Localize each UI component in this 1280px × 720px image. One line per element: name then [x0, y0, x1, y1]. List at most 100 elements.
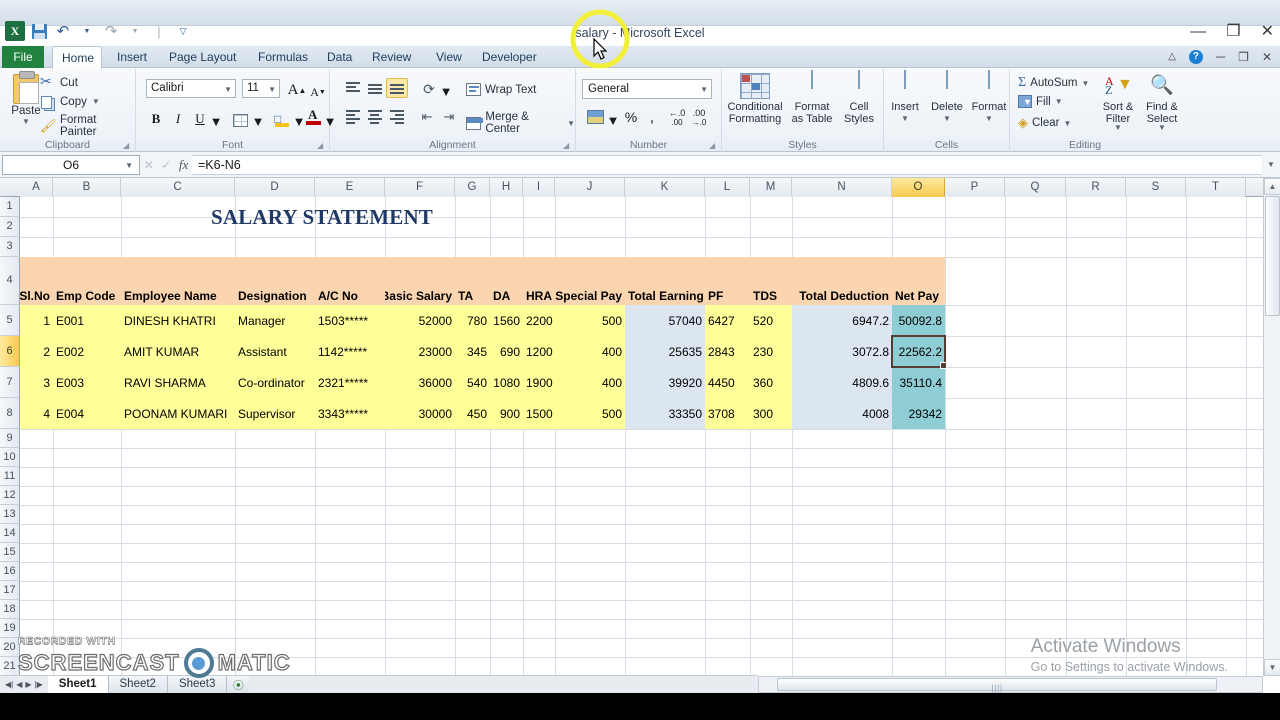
- font-size-input[interactable]: 11 ▼: [242, 79, 280, 98]
- column-header-c[interactable]: C: [121, 178, 235, 197]
- column-header-l[interactable]: L: [705, 178, 750, 197]
- shrink-font-button[interactable]: A ▼: [310, 82, 326, 102]
- tab-home[interactable]: Home: [52, 46, 102, 69]
- header-cell-N4[interactable]: Total Deduction: [792, 257, 892, 305]
- formula-input[interactable]: =K6-N6: [192, 154, 1262, 175]
- sort-filter-button[interactable]: A Z ▼ Sort & Filter ▼: [1096, 71, 1140, 133]
- underline-button[interactable]: U: [190, 109, 210, 129]
- italic-button[interactable]: I: [168, 109, 188, 129]
- row-header-13[interactable]: 13: [0, 505, 20, 524]
- cell-styles-button[interactable]: Cell Styles: [836, 70, 882, 133]
- number-dialog-launcher-icon[interactable]: ◢: [709, 141, 718, 150]
- cell-I7[interactable]: 1900: [523, 367, 555, 398]
- close-doc-icon[interactable]: ✕: [1262, 50, 1272, 64]
- header-cell-J4[interactable]: Special Pay: [555, 257, 625, 305]
- cell-G7[interactable]: 540: [455, 367, 490, 398]
- increase-decimal-button[interactable]: ←.0 .00: [666, 108, 688, 128]
- sheet-tab-sheet1[interactable]: Sheet1: [47, 676, 109, 693]
- row-header-15[interactable]: 15: [0, 543, 20, 562]
- cell-N7[interactable]: 4809.6: [792, 367, 892, 398]
- cell-N6[interactable]: 3072.8: [792, 336, 892, 367]
- header-cell-A4[interactable]: Sl.No: [20, 257, 53, 305]
- format-cells-button[interactable]: Format ▼: [968, 70, 1010, 133]
- find-select-dropdown-icon[interactable]: ▼: [1158, 123, 1166, 132]
- cancel-formula-icon[interactable]: ✕: [144, 158, 154, 172]
- first-sheet-icon[interactable]: ◀|: [5, 680, 13, 689]
- tab-developer[interactable]: Developer: [473, 46, 546, 68]
- insert-cells-dropdown-icon[interactable]: ▼: [901, 114, 909, 123]
- row-header-19[interactable]: 19: [0, 619, 20, 638]
- row-header-8[interactable]: 8: [0, 398, 20, 429]
- row-header-7[interactable]: 7: [0, 367, 20, 398]
- cell-E8[interactable]: 3343*****: [315, 398, 385, 429]
- format-cells-dropdown-icon[interactable]: ▼: [985, 114, 993, 123]
- orientation-dropdown-icon[interactable]: ▼: [440, 81, 453, 101]
- fill-color-button[interactable]: □: [272, 109, 292, 129]
- delete-cells-dropdown-icon[interactable]: ▼: [943, 114, 951, 123]
- header-cell-I4[interactable]: HRA: [523, 257, 555, 305]
- increase-indent-button[interactable]: ⇥: [438, 107, 460, 127]
- row-header-21[interactable]: 21: [0, 657, 20, 676]
- cell-N5[interactable]: 6947.2: [792, 305, 892, 336]
- format-painter-button[interactable]: Format Painter: [40, 114, 135, 138]
- cell-O8[interactable]: 29342: [892, 398, 945, 429]
- paste-dropdown-icon[interactable]: ▼: [22, 117, 30, 126]
- row-header-17[interactable]: 17: [0, 581, 20, 600]
- cell-H8[interactable]: 900: [490, 398, 523, 429]
- header-cell-O4[interactable]: Net Pay: [892, 257, 945, 305]
- cell-H7[interactable]: 1080: [490, 367, 523, 398]
- align-bottom-button[interactable]: [386, 78, 408, 98]
- cell-L8[interactable]: 3708: [705, 398, 750, 429]
- align-right-button[interactable]: [386, 107, 408, 127]
- conditional-formatting-button[interactable]: Conditional Formatting: [724, 71, 786, 133]
- number-format-dropdown-icon[interactable]: ▼: [700, 85, 708, 94]
- name-box-dropdown-icon[interactable]: ▼: [125, 161, 133, 170]
- cell-K7[interactable]: 39920: [625, 367, 705, 398]
- column-header-b[interactable]: B: [53, 178, 121, 197]
- row-header-2[interactable]: 2: [0, 217, 20, 237]
- column-header-a[interactable]: A: [20, 178, 53, 197]
- cell-E6[interactable]: 1142*****: [315, 336, 385, 367]
- enter-formula-icon[interactable]: ✓: [161, 158, 171, 172]
- column-header-f[interactable]: F: [385, 178, 455, 197]
- cell-B6[interactable]: E002: [53, 336, 121, 367]
- tab-file[interactable]: File: [2, 46, 44, 68]
- column-header-e[interactable]: E: [315, 178, 385, 197]
- font-size-dropdown-icon[interactable]: ▼: [268, 85, 276, 94]
- cell-F7[interactable]: 36000: [385, 367, 455, 398]
- column-header-s[interactable]: S: [1126, 178, 1186, 197]
- tab-review[interactable]: Review: [363, 46, 420, 68]
- autosum-dropdown-icon[interactable]: ▼: [1081, 79, 1089, 88]
- column-header-q[interactable]: Q: [1005, 178, 1066, 197]
- header-cell-F4[interactable]: Basic Salary: [385, 257, 455, 305]
- header-cell-M4[interactable]: TDS: [750, 257, 792, 305]
- cell-A7[interactable]: 3: [20, 367, 53, 398]
- cell-G6[interactable]: 345: [455, 336, 490, 367]
- prev-sheet-icon[interactable]: ◀: [16, 680, 22, 689]
- column-header-i[interactable]: I: [523, 178, 555, 197]
- cell-F6[interactable]: 23000: [385, 336, 455, 367]
- cell-A5[interactable]: 1: [20, 305, 53, 336]
- number-format-select[interactable]: General ▼: [582, 79, 712, 99]
- row-header-14[interactable]: 14: [0, 524, 20, 543]
- font-color-button[interactable]: A: [304, 107, 324, 127]
- cell-O5[interactable]: 50092.8: [892, 305, 945, 336]
- cell-M6[interactable]: 230: [750, 336, 792, 367]
- merge-center-button[interactable]: Merge & Center ▼: [466, 111, 575, 135]
- header-cell-G4[interactable]: TA: [455, 257, 490, 305]
- cell-C5[interactable]: DINESH KHATRI: [121, 305, 235, 336]
- scroll-down-icon[interactable]: ▼: [1264, 659, 1280, 676]
- row-header-10[interactable]: 10: [0, 448, 20, 467]
- help-icon[interactable]: ?: [1188, 49, 1203, 64]
- cell-J8[interactable]: 500: [555, 398, 625, 429]
- cell-J5[interactable]: 500: [555, 305, 625, 336]
- horizontal-scroll-thumb[interactable]: ||||: [777, 678, 1217, 693]
- cell-F5[interactable]: 52000: [385, 305, 455, 336]
- cell-C8[interactable]: POONAM KUMARI: [121, 398, 235, 429]
- alignment-dialog-launcher-icon[interactable]: ◢: [563, 141, 572, 150]
- cell-B8[interactable]: E004: [53, 398, 121, 429]
- insert-cells-button[interactable]: Insert ▼: [884, 70, 926, 133]
- column-header-n[interactable]: N: [792, 178, 892, 197]
- cut-button[interactable]: Cut: [40, 73, 78, 90]
- cell-J6[interactable]: 400: [555, 336, 625, 367]
